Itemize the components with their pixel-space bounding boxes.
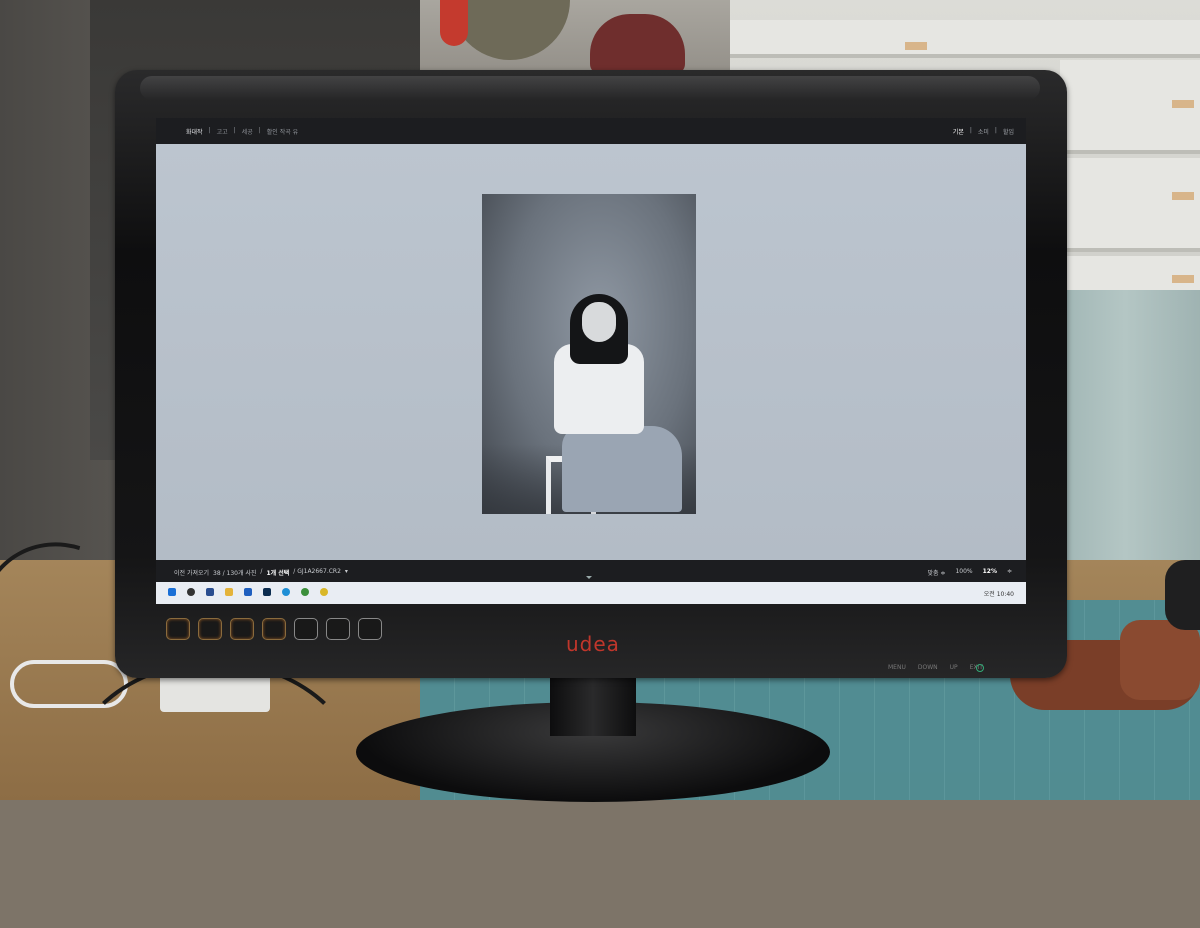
face bbox=[582, 302, 616, 342]
feature-badge bbox=[294, 618, 318, 640]
module-nav: 화대작 | 고고 | 세공 | 활인 작곡 유 bbox=[186, 127, 298, 136]
nav-item[interactable]: 세공 bbox=[242, 127, 253, 136]
lightroom-topbar: 화대작 | 고고 | 세공 | 활인 작곡 유 기본 | 소미 | 할임 bbox=[156, 118, 1026, 144]
monitor-feature-badges bbox=[166, 618, 382, 640]
chrome-icon[interactable] bbox=[301, 588, 309, 596]
monitor-controls: MENU DOWN UP EXIT bbox=[888, 664, 983, 671]
down-button[interactable]: DOWN bbox=[918, 664, 938, 671]
folder-icon[interactable] bbox=[225, 588, 233, 596]
windows-taskbar: 오전 10:40 bbox=[156, 582, 1026, 604]
nav-item[interactable]: 고고 bbox=[217, 127, 228, 136]
jeans bbox=[562, 426, 682, 512]
feature-badge bbox=[198, 618, 222, 640]
nav-separator: | bbox=[994, 127, 997, 134]
nav-separator: / bbox=[260, 568, 263, 575]
chevron-down-icon[interactable]: ▾ bbox=[345, 568, 348, 577]
mode-switcher: 기본 | 소미 | 할임 bbox=[953, 127, 1014, 136]
nav-separator: | bbox=[969, 127, 972, 134]
camera-strap bbox=[1120, 620, 1200, 700]
selection-count: 1개 선택 bbox=[266, 570, 290, 577]
search-icon[interactable] bbox=[187, 588, 195, 596]
black-cable bbox=[60, 660, 368, 928]
feature-badge bbox=[166, 618, 190, 640]
monitor-brand-logo: udea bbox=[566, 632, 620, 656]
drawer-label bbox=[1172, 192, 1194, 200]
bezel-reflection bbox=[140, 76, 1040, 100]
feature-badge bbox=[326, 618, 350, 640]
taskbar-clock[interactable]: 오전 10:40 bbox=[984, 589, 1014, 598]
drawer-label bbox=[1172, 100, 1194, 108]
filmstrip-toggle-icon[interactable] bbox=[586, 576, 592, 579]
drawer-label bbox=[905, 42, 927, 50]
status-right: 맞춤 ≑ 100% 12% ≑ bbox=[927, 568, 1012, 577]
power-button-icon[interactable] bbox=[976, 664, 984, 672]
mail-icon[interactable] bbox=[244, 588, 252, 596]
monitor-screen: 화대작 | 고고 | 세공 | 활인 작곡 유 기본 | 소미 | 할임 이전 … bbox=[156, 118, 1026, 604]
monitor-neck bbox=[550, 676, 636, 736]
edge-icon[interactable] bbox=[282, 588, 290, 596]
windows-icon[interactable] bbox=[168, 588, 176, 596]
cap-logo bbox=[440, 0, 468, 46]
drawer bbox=[730, 20, 1200, 58]
drawer bbox=[1060, 158, 1200, 252]
status-left: 이전 가져오기 38 / 130개 사진 / 1개 선택 / GJ1A2667.… bbox=[174, 568, 348, 577]
files-icon[interactable] bbox=[206, 588, 214, 596]
menu-button[interactable]: MENU bbox=[888, 664, 906, 671]
app-icon[interactable] bbox=[320, 588, 328, 596]
photo-count: 38 / 130개 사진 bbox=[213, 570, 257, 577]
mode-item[interactable]: 기본 bbox=[953, 127, 964, 136]
mode-item[interactable]: 할임 bbox=[1003, 127, 1014, 136]
nav-item[interactable]: 활인 작곡 유 bbox=[267, 127, 298, 136]
nav-separator: | bbox=[208, 127, 211, 134]
filename: / GJ1A2667.CR2 bbox=[293, 568, 341, 575]
feature-badge bbox=[262, 618, 286, 640]
nav-item[interactable]: 화대작 bbox=[186, 127, 203, 136]
filmstrip-status-bar: 이전 가져오기 38 / 130개 사진 / 1개 선택 / GJ1A2667.… bbox=[156, 560, 1026, 582]
zoom-100[interactable]: 100% bbox=[955, 568, 972, 577]
bag bbox=[590, 14, 685, 74]
nav-separator: | bbox=[233, 127, 236, 134]
feature-badge bbox=[230, 618, 254, 640]
lightroom-icon[interactable] bbox=[263, 588, 271, 596]
drawer-label bbox=[1172, 275, 1194, 283]
taskbar-icons bbox=[168, 588, 328, 596]
zoom-level[interactable]: 12% bbox=[983, 568, 997, 577]
up-button[interactable]: UP bbox=[950, 664, 958, 671]
nav-separator: | bbox=[258, 127, 261, 134]
mode-item[interactable]: 소미 bbox=[978, 127, 989, 136]
image-canvas[interactable] bbox=[156, 144, 1026, 560]
import-label[interactable]: 이전 가져오기 bbox=[174, 568, 209, 577]
camera bbox=[1165, 560, 1200, 630]
fit-select[interactable]: 맞춤 ≑ bbox=[927, 568, 945, 577]
feature-badge bbox=[358, 618, 382, 640]
zoom-stepper-icon[interactable]: ≑ bbox=[1007, 568, 1012, 577]
portrait-photo[interactable] bbox=[482, 194, 696, 514]
